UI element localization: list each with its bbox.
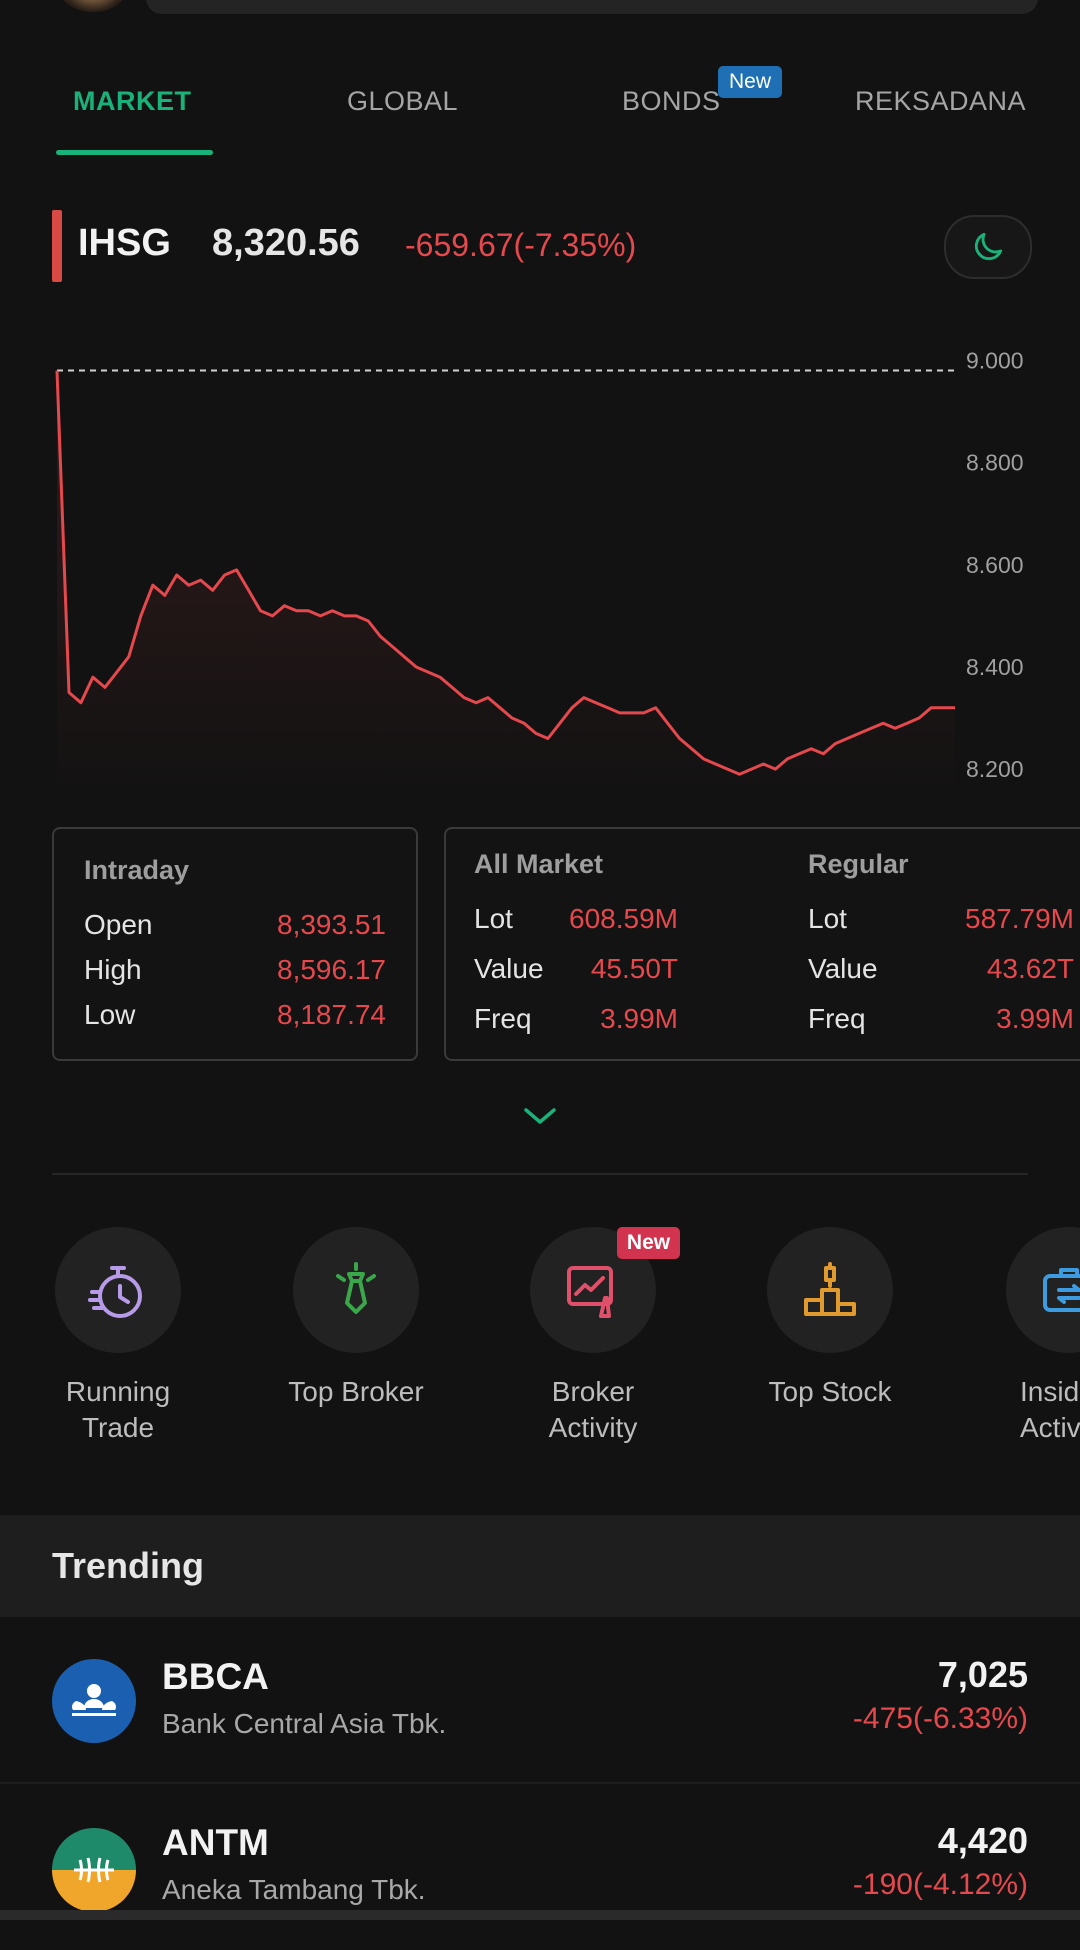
market-stats-card[interactable]: All Market Lot 608.59M Value 45.50T Freq… [444,827,1080,1061]
regular-freq-label: Freq [808,1003,866,1034]
all-market-value-value: 45.50T [590,953,678,984]
intraday-low-label: Low [84,999,136,1030]
ticker-symbol: BBCA [162,1656,269,1697]
trending-title: Trending [52,1545,204,1586]
all-market-lot-label: Lot [474,903,513,934]
top-stock-icon [804,1262,856,1316]
top-broker-icon [336,1262,376,1314]
regular-freq-value: 3.99M [996,1003,1074,1034]
tab-global[interactable]: GLOBAL [347,86,458,117]
chevron-down-icon[interactable] [518,1100,562,1130]
stock-price: 4,420 [937,1820,1028,1861]
broker-activity-new-badge: New [617,1227,680,1259]
broker-activity-label[interactable]: Broker Activity [493,1374,693,1446]
insider-activity-label[interactable]: Insid Activ [985,1374,1080,1446]
tab-reksadana[interactable]: REKSADANA [855,86,1026,117]
y-axis-tick-label: 8.400 [966,654,1024,680]
y-axis-tick-label: 9.000 [966,347,1024,373]
search-bar[interactable] [146,0,1038,14]
active-tab-indicator [56,150,213,155]
trending-header: Trending [0,1515,1080,1617]
top-broker-label[interactable]: Top Broker [256,1374,456,1410]
bonds-new-badge: New [718,66,782,98]
index-change: -659.67(-7.35%) [405,227,637,263]
regular-lot-value: 587.79M [965,903,1074,934]
market-tabs: MARKET GLOBAL BONDS REKSADANA [0,60,1080,160]
index-chart[interactable]: 9.000 8.800 8.600 8.400 8.200 [0,340,1080,810]
company-name: Aneka Tambang Tbk. [162,1874,426,1905]
all-market-freq-value: 3.99M [600,1003,678,1034]
intraday-title: Intraday [84,855,190,885]
top-stock-label[interactable]: Top Stock [730,1374,930,1410]
moon-icon [974,232,1003,261]
antm-logo [52,1828,136,1912]
company-name: Bank Central Asia Tbk. [162,1708,447,1739]
intraday-card: Intraday Open 8,393.51 High 8,596.17 Low… [52,827,418,1061]
trending-row-bbca[interactable]: BBCA Bank Central Asia Tbk. 7,025 -475(-… [0,1618,1080,1784]
tab-market[interactable]: MARKET [73,86,192,117]
broker-activity-icon [567,1266,613,1318]
index-name[interactable]: IHSG [78,222,171,265]
regular-value-label: Value [808,953,878,984]
index-trend-bar [52,210,62,282]
top-stock-button[interactable] [767,1227,893,1353]
stock-change: -190(-4.12%) [852,1868,1028,1901]
top-broker-button[interactable] [293,1227,419,1353]
regular-value-value: 43.62T [986,953,1074,984]
insider-activity-button[interactable] [1006,1227,1080,1353]
trending-row-antm[interactable]: ANTM Aneka Tambang Tbk. 4,420 -190(-4.12… [0,1784,1080,1950]
tab-bonds[interactable]: BONDS [622,86,721,117]
y-axis-tick-label: 8.200 [966,756,1024,782]
all-market-lot-value: 608.59M [569,903,678,934]
intraday-high-value: 8,596.17 [277,954,386,985]
ticker-symbol: ANTM [162,1822,269,1863]
all-market-value-label: Value [474,953,544,984]
stock-price: 7,025 [937,1654,1028,1695]
y-axis-tick-label: 8.600 [966,552,1024,578]
section-divider [52,1173,1028,1175]
all-market-title: All Market [474,849,604,879]
intraday-open-label: Open [84,909,153,940]
running-trade-button[interactable] [55,1227,181,1353]
insider-activity-icon [1043,1268,1080,1312]
regular-title: Regular [808,849,909,879]
bbca-logo [52,1659,136,1743]
index-value: 8,320.56 [212,222,360,264]
running-trade-label[interactable]: Running Trade [18,1374,218,1446]
running-trade-icon [88,1266,142,1318]
all-market-freq-label: Freq [474,1003,532,1034]
intraday-low-value: 8,187.74 [277,999,386,1030]
regular-lot-label: Lot [808,903,847,934]
bottom-navigation-edge [0,1910,1080,1920]
intraday-open-value: 8,393.51 [277,909,386,940]
intraday-high-label: High [84,954,142,985]
theme-toggle-button[interactable] [944,215,1032,279]
y-axis-tick-label: 8.800 [966,450,1024,476]
profile-avatar[interactable] [58,0,128,12]
stock-change: -475(-6.33%) [852,1702,1028,1735]
